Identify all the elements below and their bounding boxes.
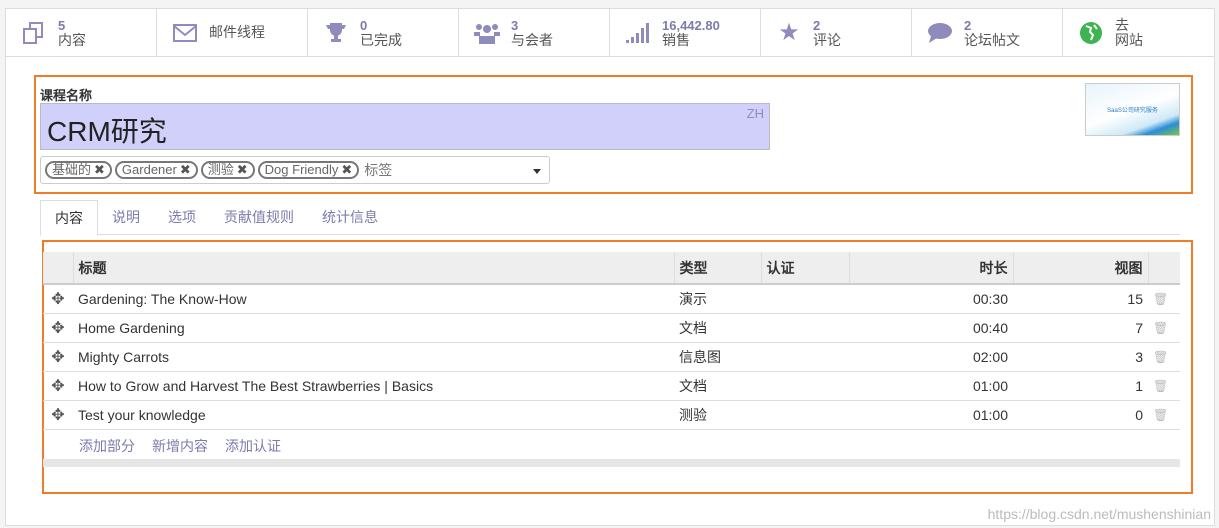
row-cert [761,342,849,372]
row-type: 测验 [674,400,761,430]
trash-icon[interactable]: 🗑 [1148,371,1180,401]
course-image[interactable]: SaaS公司研究服务 [1085,83,1180,136]
tags-placeholder[interactable]: 标签 [364,160,392,180]
remove-tag-icon[interactable]: ✖ [237,162,248,177]
table-row[interactable]: ✥ Mighty Carrots 信息图 02:00 3 🗑 [43,342,1180,372]
row-type: 信息图 [674,342,761,372]
comment-icon [926,19,954,47]
trophy-icon [322,19,350,47]
stat-mail[interactable]: 邮件线程 [157,9,308,56]
tags-field[interactable]: 基础的 ✖ Gardener ✖ 测验 ✖ Dog Friendly ✖ 标签 [40,156,550,184]
row-duration: 01:00 [849,400,1013,430]
table-row[interactable]: ✥ Home Gardening 文档 00:40 7 🗑 [43,313,1180,343]
table-row[interactable]: ✥ Gardening: The Know-How 演示 00:30 15 🗑 [43,284,1180,314]
table-actions: 添加部分 新增内容 添加认证 [79,436,281,456]
table-row[interactable]: ✥ How to Grow and Harvest The Best Straw… [43,371,1180,401]
row-title: Mighty Carrots [73,342,674,372]
table-row[interactable]: ✥ Test your knowledge 测验 01:00 0 🗑 [43,400,1180,430]
stat-completed[interactable]: 0 已完成 [308,9,459,56]
row-title: Test your knowledge [73,400,674,430]
row-title: Gardening: The Know-How [73,284,674,314]
trash-icon[interactable]: 🗑 [1148,342,1180,372]
content-table: 标题 类型 认证 时长 视图 ✥ Gardening: The Know-How… [43,252,1180,430]
drag-handle-icon[interactable]: ✥ [43,371,73,401]
star-icon: ★ [778,19,800,46]
row-duration: 02:00 [849,342,1013,372]
add-content-link[interactable]: 新增内容 [152,436,208,456]
row-views: 0 [1013,400,1148,430]
copy-icon [20,19,48,47]
add-section-link[interactable]: 添加部分 [79,436,135,456]
row-type: 演示 [674,284,761,314]
row-type: 文档 [674,371,761,401]
stat-forum[interactable]: 2 论坛帖文 [912,9,1063,56]
drag-handle-icon[interactable]: ✥ [43,313,73,343]
tag: 基础的 ✖ [45,161,112,179]
row-duration: 00:40 [849,313,1013,343]
course-name-input[interactable]: CRM研究 ZH [40,103,770,150]
tag: 测验 ✖ [200,161,255,179]
trash-icon[interactable]: 🗑 [1148,313,1180,343]
tag: Dog Friendly ✖ [257,161,360,179]
trash-icon[interactable]: 🗑 [1148,400,1180,430]
col-cert[interactable]: 认证 [760,252,849,285]
remove-tag-icon[interactable]: ✖ [180,162,191,177]
tab-karma[interactable]: 贡献值规则 [210,200,308,234]
drag-handle-icon[interactable]: ✥ [43,342,73,372]
stat-buttons: 5 内容 邮件线程 0 已完成 3 与会者 16,442.80 销售 ★ 2 评论 2 论坛帖… [6,9,1214,57]
row-cert [761,371,849,401]
remove-tag-icon[interactable]: ✖ [341,162,352,177]
stat-reviews[interactable]: ★ 2 评论 [761,9,912,56]
row-title: How to Grow and Harvest The Best Strawbe… [73,371,674,401]
watermark: https://blog.csdn.net/mushenshinian [987,506,1211,522]
tab-description[interactable]: 说明 [98,200,154,234]
row-views: 7 [1013,313,1148,343]
row-views: 15 [1013,284,1148,314]
course-name-label: 课程名称 [40,88,93,103]
row-type: 文档 [674,313,761,343]
stat-attendees[interactable]: 3 与会者 [459,9,610,56]
add-certification-link[interactable]: 添加认证 [225,436,281,456]
drag-handle-icon[interactable]: ✥ [43,400,73,430]
remove-tag-icon[interactable]: ✖ [94,162,105,177]
language-button[interactable]: ZH [747,106,764,121]
globe-icon [1077,19,1105,47]
drag-handle-icon[interactable]: ✥ [43,284,73,314]
col-title[interactable]: 标题 [72,252,674,285]
tab-statistics[interactable]: 统计信息 [308,200,392,234]
tabs: 内容 说明 选项 贡献值规则 统计信息 [40,200,1180,236]
row-views: 3 [1013,342,1148,372]
chevron-down-icon[interactable] [533,169,541,178]
row-cert [761,284,849,314]
stat-content[interactable]: 5 内容 [6,9,157,56]
row-duration: 01:00 [849,371,1013,401]
tab-content[interactable]: 内容 [40,200,98,236]
stat-sales[interactable]: 16,442.80 销售 [610,9,761,56]
row-duration: 00:30 [849,284,1013,314]
row-views: 1 [1013,371,1148,401]
col-views[interactable]: 视图 [1012,252,1148,285]
signal-icon [624,19,652,47]
table-footer [43,459,1180,467]
row-cert [761,400,849,430]
row-cert [761,313,849,343]
col-type[interactable]: 类型 [673,252,761,285]
envelope-icon [171,19,199,47]
row-title: Home Gardening [73,313,674,343]
col-duration[interactable]: 时长 [848,252,1013,285]
stat-website[interactable]: 去网站 [1063,9,1214,56]
tag: Gardener ✖ [114,161,198,179]
tab-options[interactable]: 选项 [154,200,210,234]
trash-icon[interactable]: 🗑 [1148,284,1180,314]
users-icon [473,19,501,47]
